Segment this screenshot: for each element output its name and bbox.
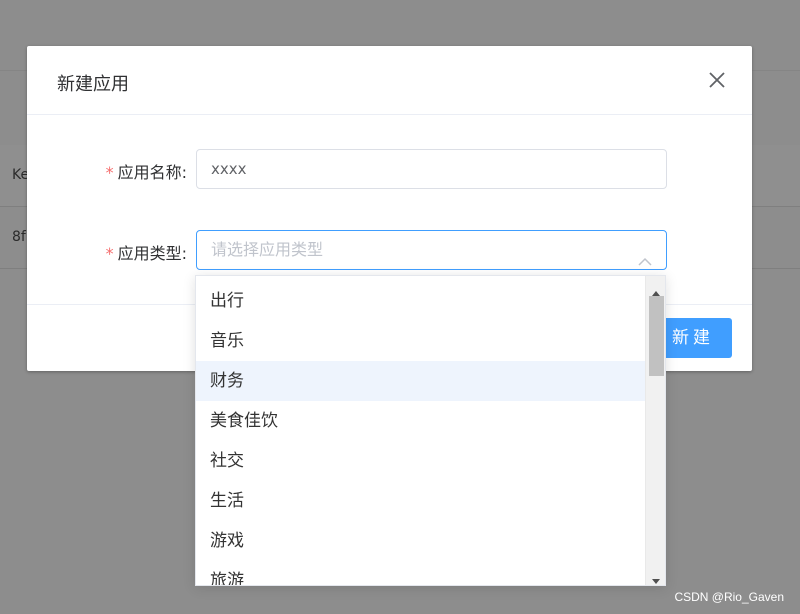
app-name-label: * 应用名称: — [106, 159, 187, 183]
app-name-input[interactable]: xxxx — [196, 149, 667, 189]
option-item[interactable]: 社交 — [196, 441, 646, 481]
scrollbar-thumb[interactable] — [649, 296, 664, 376]
app-name-row: * 应用名称: xxxx — [27, 149, 752, 189]
app-name-value: xxxx — [211, 160, 247, 178]
option-item[interactable]: 美食佳饮 — [196, 401, 646, 441]
app-type-row: * 应用类型: 请选择应用类型 — [27, 230, 752, 270]
required-mark: * — [105, 163, 114, 182]
option-item[interactable]: 旅游 — [196, 561, 646, 585]
required-mark: * — [105, 244, 114, 263]
app-type-dropdown: 出行 音乐 财务 美食佳饮 社交 生活 游戏 旅游 — [195, 275, 666, 586]
option-item[interactable]: 出行 — [196, 281, 646, 321]
chevron-up-icon[interactable] — [638, 244, 652, 266]
option-item[interactable]: 生活 — [196, 481, 646, 521]
scroll-up-arrow-icon[interactable] — [651, 282, 661, 296]
app-type-label-text: 应用类型: — [117, 244, 187, 263]
option-item[interactable]: 财务 — [196, 361, 646, 401]
option-item[interactable]: 游戏 — [196, 521, 646, 561]
background-row-cell: 8f — [12, 229, 26, 245]
close-icon[interactable] — [708, 71, 726, 89]
app-name-label-text: 应用名称: — [117, 163, 187, 182]
dropdown-scrollbar[interactable] — [645, 276, 665, 585]
option-item[interactable]: 音乐 — [196, 321, 646, 361]
dialog-title: 新建应用 — [57, 74, 129, 95]
app-type-label: * 应用类型: — [106, 240, 187, 264]
app-type-options: 出行 音乐 财务 美食佳饮 社交 生活 游戏 旅游 — [196, 281, 646, 585]
app-type-select[interactable]: 请选择应用类型 — [196, 230, 667, 270]
watermark: CSDN @Rio_Gaven — [674, 590, 784, 604]
scroll-down-arrow-icon[interactable] — [651, 571, 661, 584]
dialog-header: 新建应用 — [27, 46, 752, 115]
create-button[interactable]: 新建 — [659, 318, 732, 358]
app-type-placeholder: 请选择应用类型 — [211, 240, 324, 259]
